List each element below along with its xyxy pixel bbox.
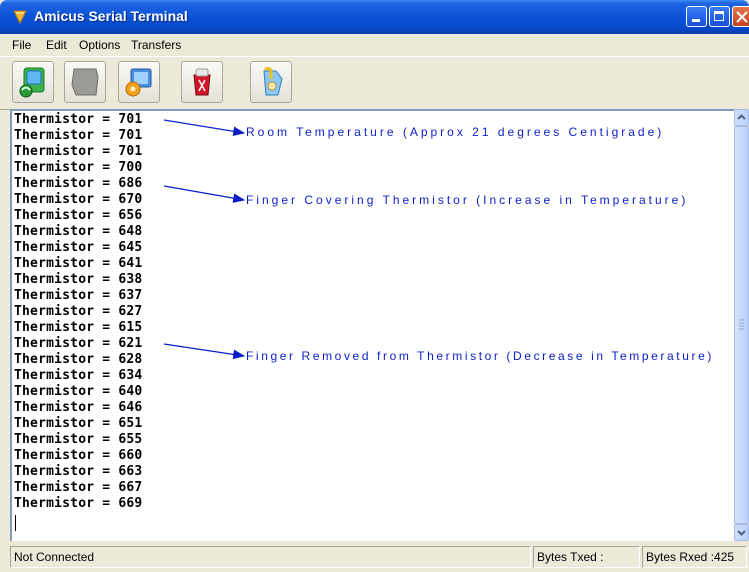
maximize-button[interactable] <box>709 6 730 27</box>
disconnect-button[interactable] <box>64 61 106 103</box>
menu-transfers[interactable]: Transfers <box>131 38 181 52</box>
arrow-finger-covering <box>163 185 246 203</box>
chevron-up-icon <box>737 114 746 120</box>
capture-button[interactable] <box>250 61 292 103</box>
title-bar[interactable]: Amicus Serial Terminal <box>0 0 749 34</box>
close-button[interactable] <box>732 6 749 27</box>
menu-file[interactable]: File <box>12 38 31 52</box>
menu-edit[interactable]: Edit <box>46 38 67 52</box>
grip-icon <box>739 319 744 330</box>
maximize-icon <box>714 11 724 21</box>
menu-bar: File Edit Options Transfers <box>0 34 749 56</box>
annotation-finger-removed: Finger Removed from Thermistor (Decrease… <box>246 349 714 363</box>
scroll-thumb[interactable] <box>734 126 749 524</box>
app-icon <box>13 10 27 25</box>
clear-button[interactable] <box>181 61 223 103</box>
disconnect-icon <box>71 68 99 96</box>
menu-options[interactable]: Options <box>79 38 120 52</box>
close-icon <box>736 11 748 23</box>
annotation-arrows <box>163 119 246 360</box>
annotation-finger-covering: Finger Covering Thermistor (Increase in … <box>246 193 689 207</box>
connect-icon <box>19 67 45 98</box>
bytes-txed-status: Bytes Txed : <box>533 546 640 568</box>
capture-icon <box>263 67 283 96</box>
clear-icon <box>193 68 211 96</box>
settings-button[interactable] <box>118 61 160 103</box>
vertical-scrollbar[interactable] <box>734 109 749 541</box>
chevron-down-icon <box>737 530 746 536</box>
connect-button[interactable] <box>12 61 54 103</box>
status-bar: Not Connected Bytes Txed : Bytes Rxed :4… <box>0 543 749 572</box>
minimize-button[interactable] <box>686 6 707 27</box>
arrow-finger-removed <box>163 343 246 360</box>
connection-status: Not Connected <box>10 546 531 568</box>
minimize-icon <box>692 19 700 22</box>
bytes-rxed-status: Bytes Rxed :425 <box>642 546 747 568</box>
annotation-room-temperature: Room Temperature (Approx 21 degrees Cent… <box>246 125 665 139</box>
scroll-up-button[interactable] <box>734 109 749 126</box>
settings-icon <box>125 68 152 97</box>
window-title: Amicus Serial Terminal <box>34 8 188 24</box>
arrow-room-temperature <box>163 119 246 137</box>
toolbar <box>0 56 749 110</box>
scroll-down-button[interactable] <box>734 524 749 541</box>
terminal-output[interactable]: Thermistor = 701 Thermistor = 701 Thermi… <box>10 109 734 541</box>
